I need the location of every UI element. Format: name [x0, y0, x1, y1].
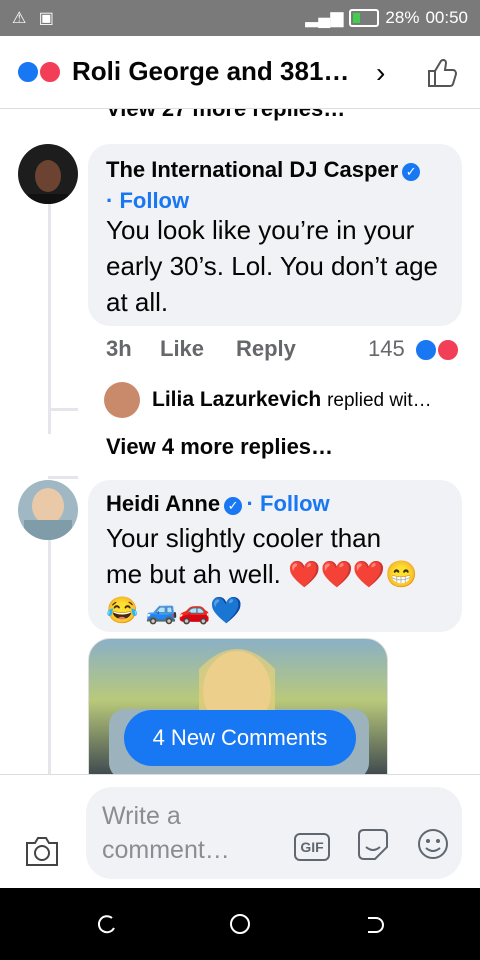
comments-header: Roli George and 381… ›: [0, 36, 480, 109]
comment-time: 3h: [106, 336, 132, 361]
battery-level: 28%: [385, 8, 420, 27]
emoji-icon[interactable]: [416, 827, 450, 861]
like-button[interactable]: Like: [160, 336, 204, 362]
camera-icon[interactable]: [24, 835, 60, 867]
comment-composer: Write a comment… GIF: [0, 774, 480, 888]
avatar[interactable]: [18, 144, 78, 204]
comment-author[interactable]: Heidi Anne: [106, 491, 220, 516]
like-reaction-icon: [414, 338, 438, 362]
comment-text: Your slightly cooler than me but ah well…: [106, 523, 418, 625]
like-reaction-icon: [16, 60, 40, 84]
verified-icon: ✓: [224, 497, 243, 515]
comments-sheet: Roli George and 381… › View 27 more repl…: [0, 36, 480, 888]
signal-icon: ▂▄▆: [305, 8, 344, 27]
back-icon[interactable]: [362, 914, 384, 936]
reply-preview[interactable]: Lilia Lazurkevich replied wit…: [152, 388, 432, 412]
gif-icon[interactable]: GIF: [294, 833, 330, 861]
verified-icon: ✓: [402, 163, 421, 181]
notification-icons: ⚠ ▣: [12, 10, 58, 27]
thread-line: [48, 204, 51, 434]
recent-apps-icon[interactable]: [96, 914, 118, 936]
new-comments-button[interactable]: 4 New Comments: [124, 710, 356, 766]
follow-button[interactable]: · Follow: [106, 188, 189, 213]
status-right: ▂▄▆ 28% 00:50: [305, 8, 468, 28]
comment-text: You look like you’re in your early 30’s.…: [106, 215, 439, 317]
system-nav-bar: [0, 888, 480, 960]
reaction-count[interactable]: 145: [368, 336, 405, 362]
thumbs-up-icon[interactable]: [424, 56, 458, 90]
battery-icon: [349, 9, 380, 27]
chevron-right-icon[interactable]: ›: [376, 58, 398, 88]
clock: 00:50: [425, 8, 468, 27]
view-more-replies-button[interactable]: View 4 more replies…: [106, 434, 333, 460]
home-icon[interactable]: [228, 912, 252, 936]
comment-placeholder: Write a comment…: [102, 802, 230, 864]
love-reaction-icon: [38, 60, 62, 84]
avatar[interactable]: [18, 480, 78, 540]
comment-bubble: The International DJ Casper ✓ · Follow Yo…: [88, 144, 462, 326]
reply-button[interactable]: Reply: [236, 336, 296, 362]
love-reaction-icon: [436, 338, 460, 362]
comment-bubble: Heidi Anne ✓ · Follow Your slightly coole…: [88, 480, 462, 632]
status-bar: ⚠ ▣ ▂▄▆ 28% 00:50: [0, 0, 480, 36]
sticker-icon[interactable]: [354, 827, 392, 863]
reactions-title[interactable]: Roli George and 381…: [72, 56, 349, 87]
comment-author[interactable]: The International DJ Casper: [106, 157, 398, 182]
comment-input[interactable]: Write a comment… GIF: [86, 787, 462, 879]
thread-line: [48, 540, 51, 780]
thread-branch: [48, 408, 78, 411]
follow-button[interactable]: · Follow: [247, 491, 330, 516]
avatar[interactable]: [104, 382, 140, 418]
thread-branch: [48, 476, 78, 479]
